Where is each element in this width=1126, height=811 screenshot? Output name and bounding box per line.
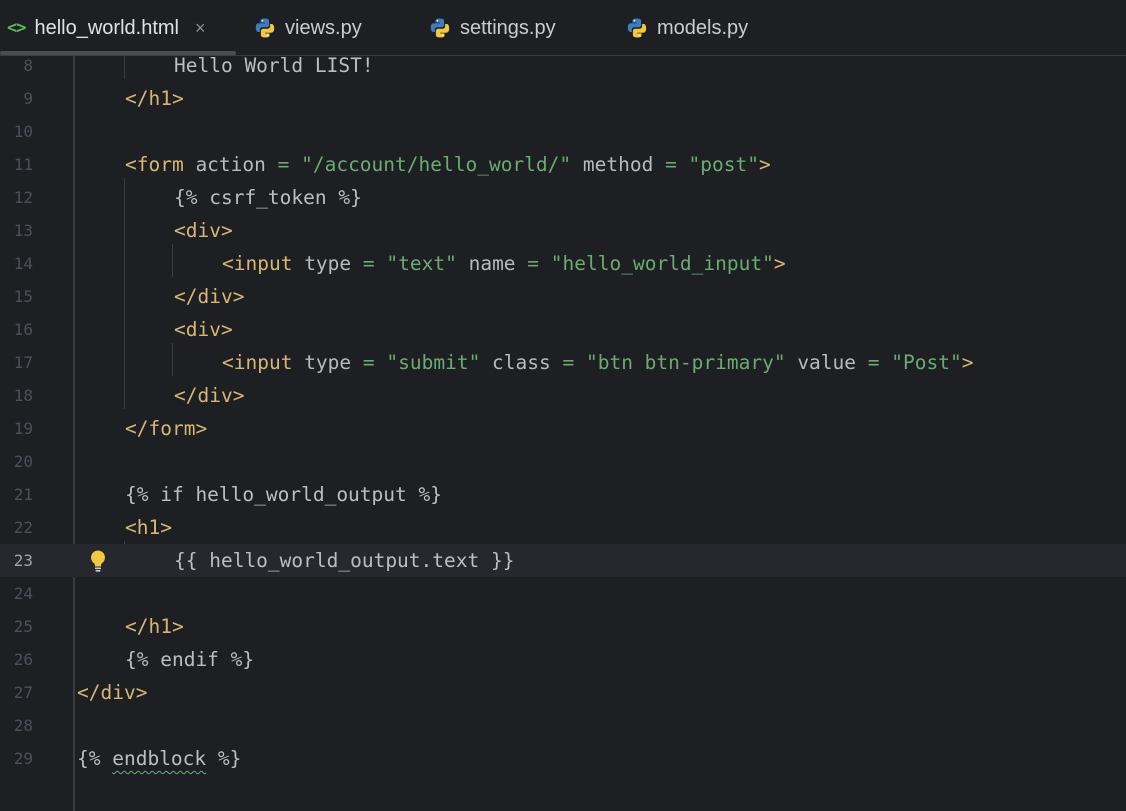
line-number: 24 [13, 584, 33, 603]
lightbulb-icon[interactable] [88, 549, 108, 577]
code-line: 20 [0, 445, 1126, 478]
editor-tab-bar: <> hello_world.html × views.py settings.… [0, 0, 1126, 56]
code-text: <div> [174, 219, 233, 242]
code-line: 12 {% csrf_token %} [0, 181, 1126, 214]
line-number: 20 [13, 452, 33, 471]
code-line: 22 <h1> [0, 511, 1126, 544]
line-number: 11 [13, 155, 33, 174]
line-number: 28 [13, 716, 33, 735]
line-number: 19 [13, 419, 33, 438]
code-line: 14 <input type = "text" name = "hello_wo… [0, 247, 1126, 280]
code-text: {% endif %} [125, 648, 255, 671]
tab-label: views.py [285, 16, 362, 39]
code-line: 15 </div> [0, 280, 1126, 313]
code-text: </h1> [125, 615, 184, 638]
code-line: 25 </h1> [0, 610, 1126, 643]
line-number: 26 [13, 650, 33, 669]
code-line: 27 </div> [0, 676, 1126, 709]
tab-hello-world-html[interactable]: <> hello_world.html × [7, 0, 206, 56]
code-line: 16 <div> [0, 313, 1126, 346]
code-line: 26 {% endif %} [0, 643, 1126, 676]
code-text: {% endblock %} [77, 747, 242, 770]
code-editor[interactable]: 8 Hello World LIST! 9 </h1> 10 11 <form … [0, 54, 1126, 811]
tab-label: hello_world.html [34, 16, 179, 39]
tab-label: models.py [657, 16, 749, 39]
code-text: </div> [174, 285, 245, 308]
code-line: 18 </div> [0, 379, 1126, 412]
line-number: 29 [13, 749, 33, 768]
line-number: 21 [13, 485, 33, 504]
line-number: 27 [13, 683, 33, 702]
line-number: 22 [13, 518, 33, 537]
code-text: </form> [125, 417, 208, 440]
line-number: 25 [13, 617, 33, 636]
code-line: 8 Hello World LIST! [0, 49, 1126, 82]
code-line: 29 {% endblock %} [0, 742, 1126, 775]
code-text: Hello World LIST! [174, 54, 374, 77]
code-text: <h1> [125, 516, 172, 539]
python-file-icon [626, 17, 648, 39]
code-text: {{ hello_world_output.text }} [174, 549, 515, 572]
python-file-icon [254, 17, 276, 39]
line-number: 8 [23, 56, 33, 75]
code-text: <input type = "submit" class = "btn btn-… [222, 351, 974, 374]
tab-label: settings.py [460, 16, 556, 39]
code-text: <div> [174, 318, 233, 341]
line-number: 23 [13, 551, 33, 570]
html-file-icon: <> [7, 18, 27, 38]
code-line: 11 <form action = "/account/hello_world/… [0, 148, 1126, 181]
line-number: 10 [13, 122, 33, 141]
code-text: <form action = "/account/hello_world/" m… [125, 153, 771, 176]
line-number: 9 [23, 89, 33, 108]
close-tab-icon[interactable]: × [195, 18, 206, 39]
tab-settings-py[interactable]: settings.py [429, 0, 556, 56]
line-number: 18 [13, 386, 33, 405]
line-number: 12 [13, 188, 33, 207]
code-text: {% csrf_token %} [174, 186, 362, 209]
code-line: 10 [0, 115, 1126, 148]
code-line: 21 {% if hello_world_output %} [0, 478, 1126, 511]
spelling-warning: endblock [112, 747, 207, 770]
line-number: 16 [13, 320, 33, 339]
line-number: 17 [13, 353, 33, 372]
code-line: 9 </h1> [0, 82, 1126, 115]
code-text: </div> [77, 681, 148, 704]
code-line-current: 23 {{ hello_world_output.text }} [0, 544, 1126, 577]
code-text: <input type = "text" name = "hello_world… [222, 252, 786, 275]
line-number: 15 [13, 287, 33, 306]
code-line: 19 </form> [0, 412, 1126, 445]
line-number: 13 [13, 221, 33, 240]
tab-views-py[interactable]: views.py [254, 0, 362, 56]
code-text: {% if hello_world_output %} [125, 483, 442, 506]
python-file-icon [429, 17, 451, 39]
tab-models-py[interactable]: models.py [626, 0, 748, 56]
code-line: 17 <input type = "submit" class = "btn b… [0, 346, 1126, 379]
code-line: 28 [0, 709, 1126, 742]
line-number: 14 [13, 254, 33, 273]
code-text: </div> [174, 384, 245, 407]
code-line: 13 <div> [0, 214, 1126, 247]
code-line: 24 [0, 577, 1126, 610]
code-text: </h1> [125, 87, 184, 110]
